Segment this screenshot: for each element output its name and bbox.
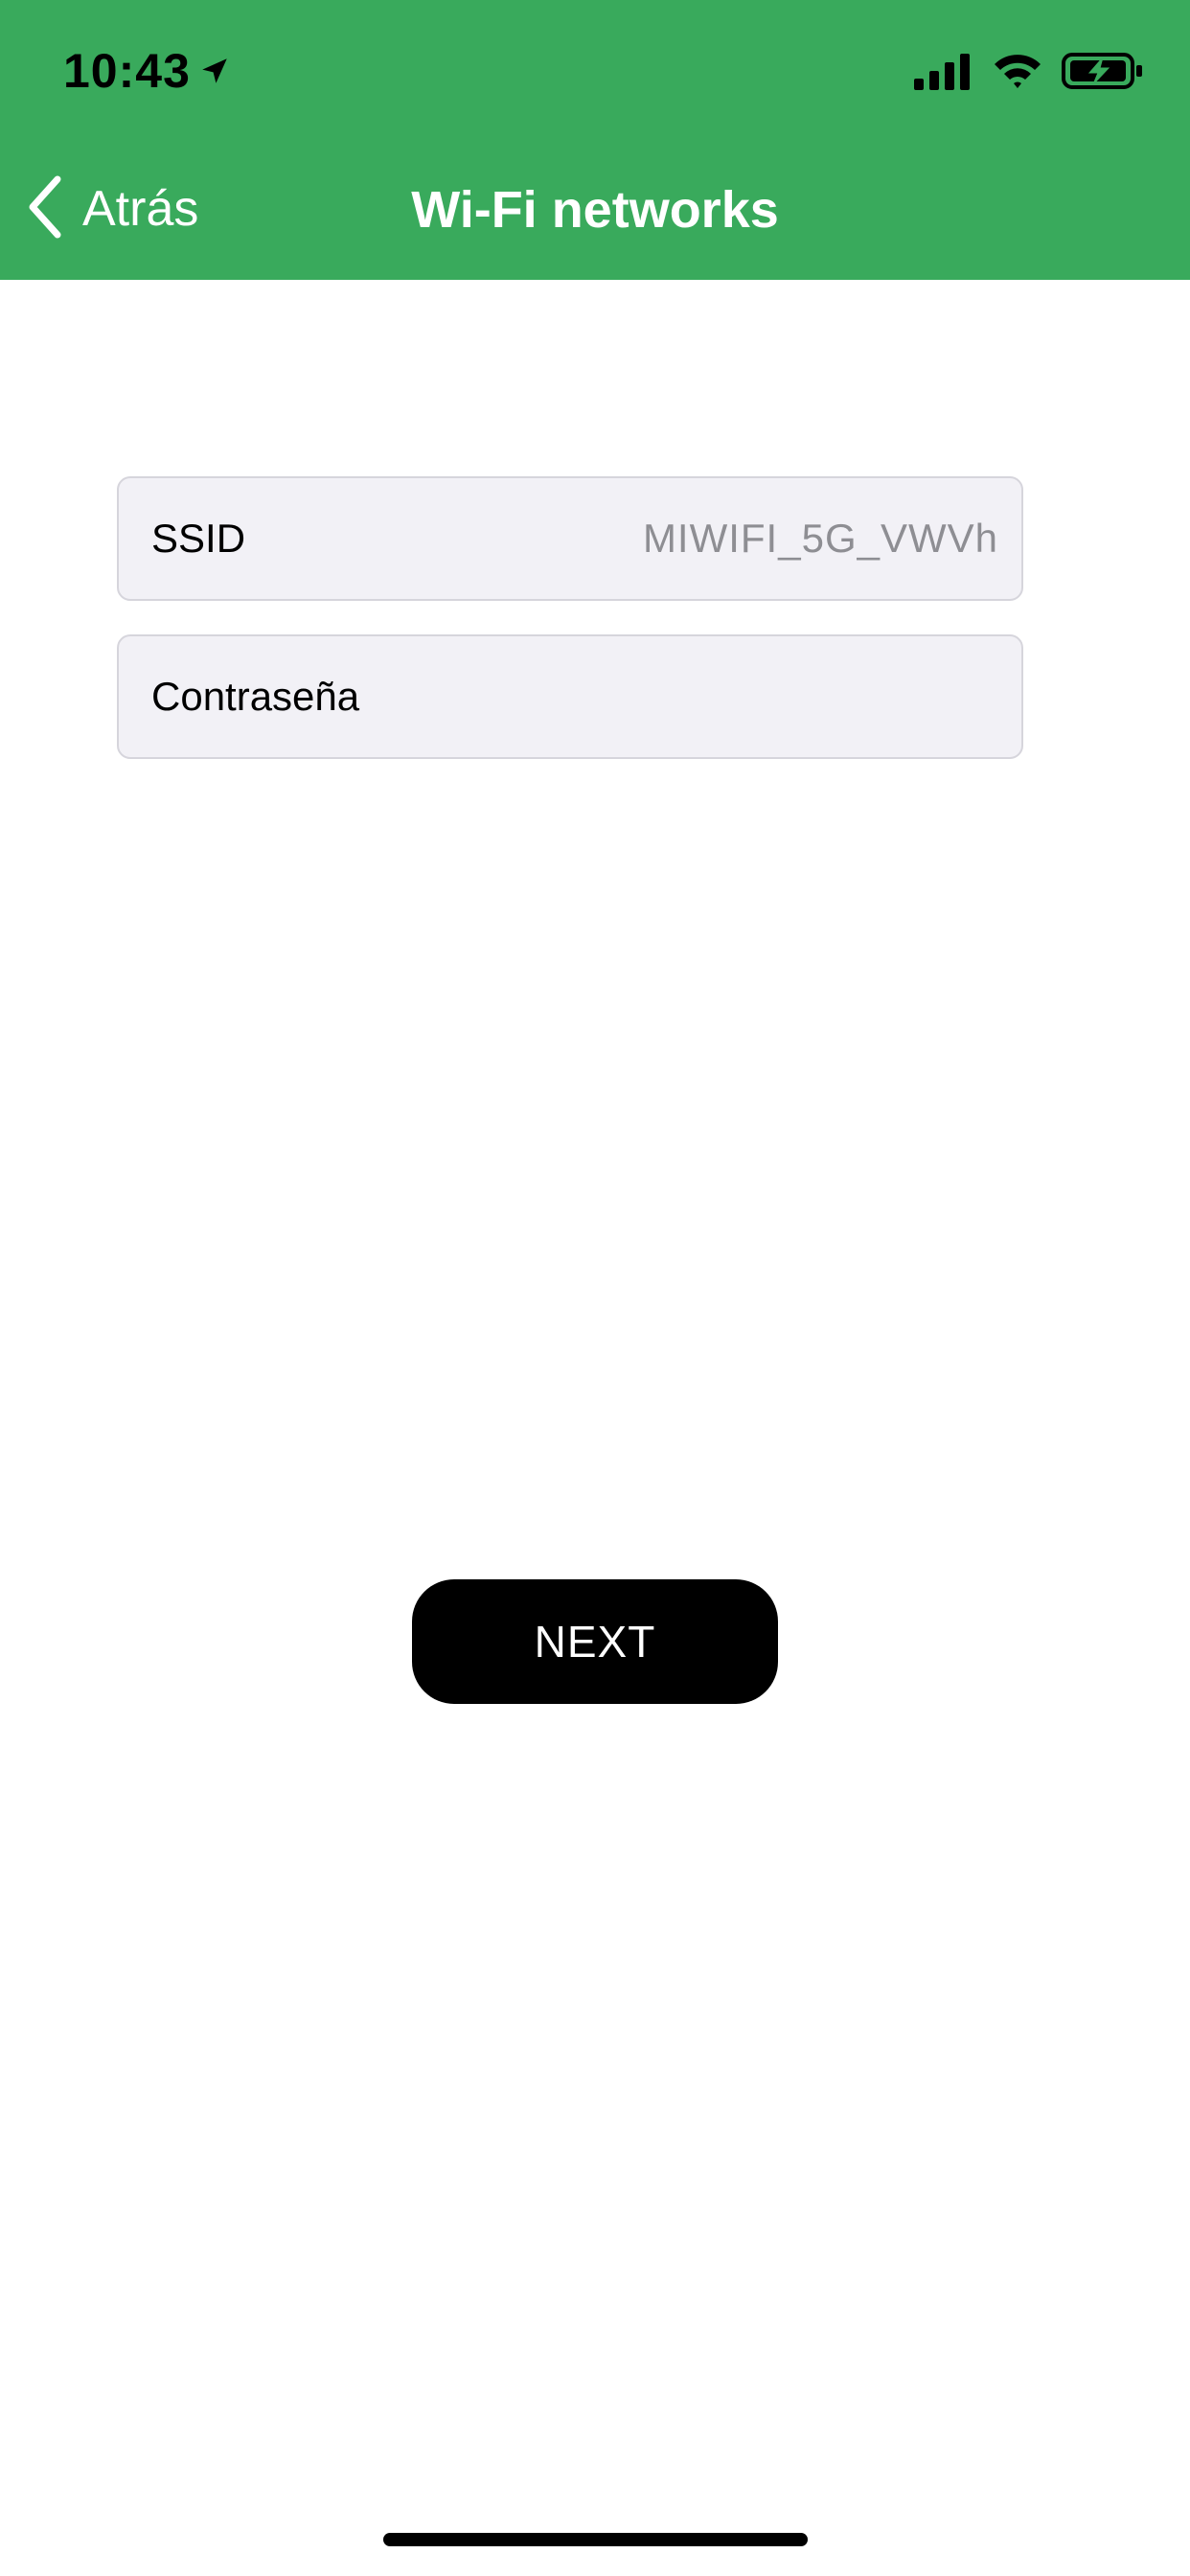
password-input[interactable]	[119, 636, 1021, 757]
cellular-signal-icon	[914, 52, 973, 95]
ssid-field[interactable]: SSID MIWIFI_5G_VWVh	[117, 476, 1023, 601]
navigation-header: 10:43 Atrás Wi-Fi networks	[0, 0, 1190, 280]
location-arrow-icon	[191, 43, 231, 99]
wifi-icon	[993, 52, 1042, 95]
next-button[interactable]: NEXT	[412, 1579, 778, 1704]
battery-charging-icon	[1062, 52, 1144, 95]
ssid-label: SSID	[151, 516, 246, 561]
status-bar-time: 10:43	[63, 42, 231, 100]
page-title: Wi-Fi networks	[411, 181, 779, 239]
status-time-text: 10:43	[63, 44, 191, 98]
status-bar-icons	[914, 48, 1144, 98]
password-field[interactable]: Contraseña	[117, 634, 1023, 759]
ssid-value: MIWIFI_5G_VWVh	[642, 516, 998, 561]
home-indicator	[383, 2533, 808, 2546]
